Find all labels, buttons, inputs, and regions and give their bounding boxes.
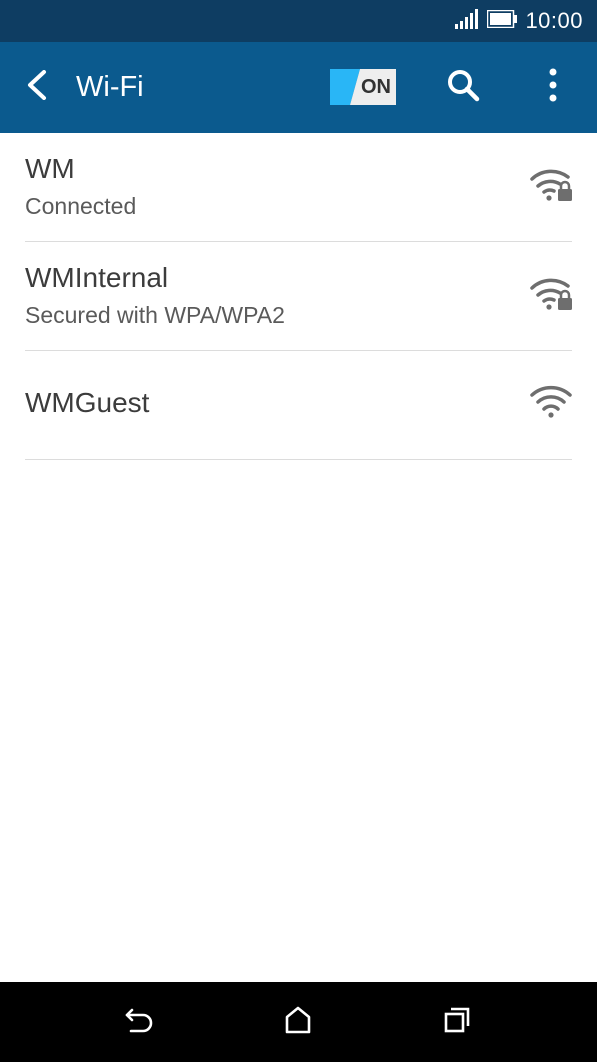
nav-back-button[interactable] — [117, 1000, 161, 1044]
wifi-locked-icon — [530, 278, 572, 312]
network-name: WMInternal — [25, 262, 169, 293]
nav-recents-button[interactable] — [435, 1000, 479, 1044]
status-icons: 10:00 — [455, 8, 583, 34]
back-arrow-icon — [24, 69, 50, 105]
cell-signal-icon — [455, 8, 479, 34]
overflow-menu-button[interactable] — [530, 64, 576, 110]
wifi-toggle-label: ON — [361, 76, 391, 98]
network-item-wminternal[interactable]: WMInternal Secured with WPA/WPA2 — [25, 242, 572, 351]
search-button[interactable] — [440, 64, 486, 110]
nav-home-button[interactable] — [276, 1000, 320, 1044]
search-icon — [446, 68, 480, 107]
navigation-bar — [0, 982, 597, 1062]
network-list: WM Connected WMInternal Secured with WPA… — [0, 133, 597, 460]
network-status: Secured with WPA/WPA2 — [25, 302, 285, 328]
network-status: Connected — [25, 193, 137, 219]
battery-icon — [487, 9, 518, 33]
wifi-icon — [530, 385, 572, 419]
status-bar: 10:00 — [0, 0, 597, 42]
overflow-menu-icon — [548, 68, 558, 107]
network-name: WMGuest — [25, 387, 150, 418]
network-name: WM — [25, 153, 75, 184]
status-time: 10:00 — [525, 8, 583, 33]
back-button[interactable] — [14, 64, 60, 110]
network-item-wm[interactable]: WM Connected — [25, 133, 572, 242]
home-icon — [283, 1005, 313, 1040]
wifi-locked-icon — [530, 169, 572, 203]
network-item-wmguest[interactable]: WMGuest — [25, 351, 572, 460]
recent-apps-icon — [442, 1005, 472, 1040]
page-title: Wi-Fi — [76, 71, 144, 103]
nav-back-icon — [123, 1006, 155, 1039]
app-bar: Wi-Fi ON — [0, 42, 597, 133]
wifi-toggle[interactable]: ON — [330, 69, 396, 105]
